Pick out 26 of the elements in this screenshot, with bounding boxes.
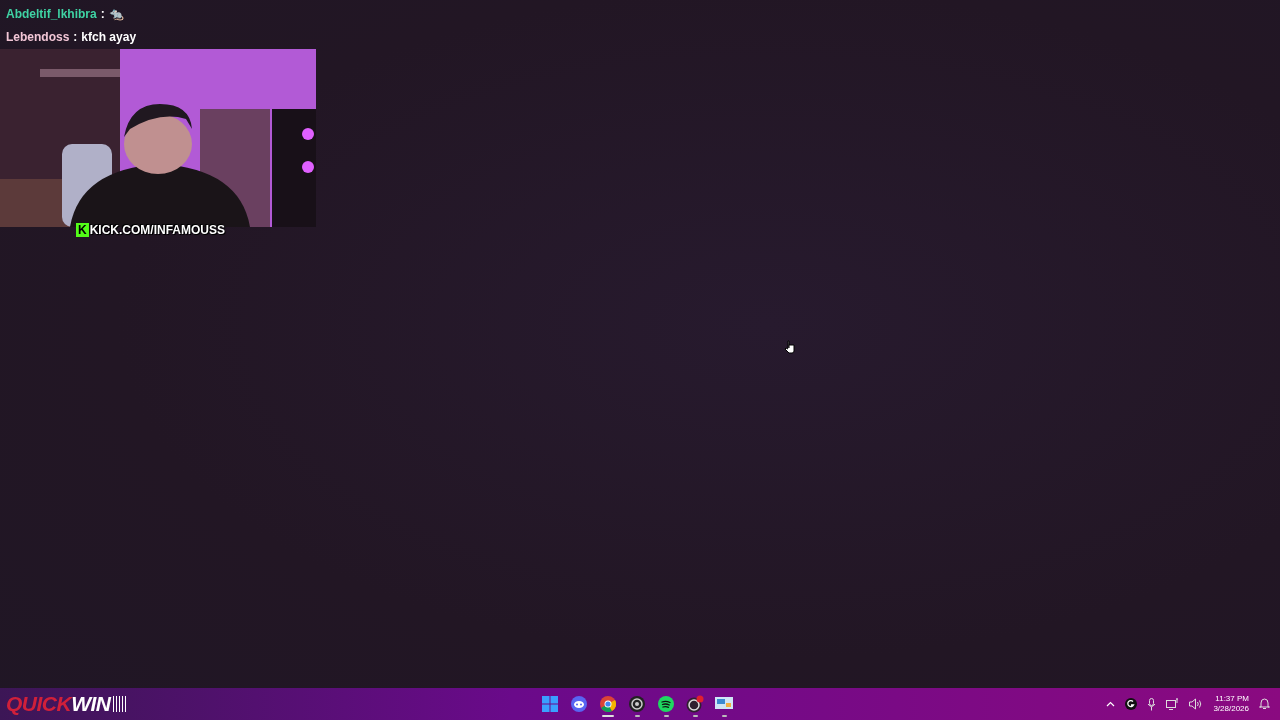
disc-icon [629, 696, 645, 712]
clock-date: 3/28/2026 [1213, 704, 1249, 714]
game-controller-icon [571, 696, 587, 712]
speaker-icon[interactable] [1189, 698, 1204, 710]
music-icon [658, 696, 674, 712]
monitor-icon [715, 697, 733, 711]
chat-message: kfch ayay [81, 30, 137, 44]
gaming-app-icon[interactable] [1125, 698, 1138, 710]
chat-username: Lebendoss [6, 30, 70, 44]
chat-message: 🐀 [108, 7, 124, 21]
chat-separator: : [73, 30, 78, 44]
notification-bell-icon[interactable] [1259, 698, 1270, 710]
recording-app-icon [686, 695, 704, 713]
hand-cursor-icon [784, 340, 796, 354]
chevron-up-icon[interactable] [1106, 701, 1116, 707]
chat-separator: : [100, 7, 105, 21]
clock[interactable]: 11:37 PM 3/28/2026 [1213, 694, 1249, 714]
windows-start-icon [542, 696, 558, 712]
clock-time: 11:37 PM [1215, 694, 1249, 704]
kick-logo: K [76, 223, 89, 237]
chat-username: Abdeltif_lkhibra [6, 7, 97, 21]
network-icon[interactable] [1166, 698, 1180, 710]
brand-logo: QUICKWIN [6, 688, 127, 720]
browser-icon [600, 696, 616, 712]
microphone-icon[interactable] [1147, 697, 1157, 711]
channel-url: KICK.COM/INFAMOUSS [89, 223, 225, 237]
